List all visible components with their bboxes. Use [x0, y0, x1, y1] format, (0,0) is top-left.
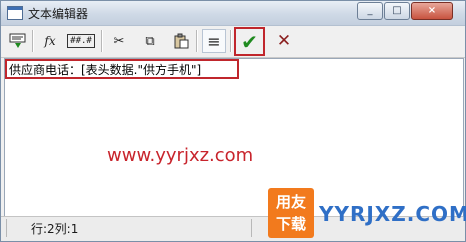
minimize-button[interactable]: _	[357, 2, 383, 20]
site-logo-badge: 用友 下载	[268, 188, 314, 238]
cancel-button[interactable]: ✕	[272, 29, 296, 53]
copy-button[interactable]: ⧉	[138, 29, 162, 53]
editor-textarea[interactable]	[4, 58, 464, 217]
maximize-button[interactable]: □	[384, 2, 410, 20]
cancel-icon: ✕	[276, 31, 292, 51]
toolbar: fx ##.# ✂ ⧉ ≡ ✕	[1, 26, 465, 58]
paste-icon	[174, 33, 189, 49]
format-icon: ##.#	[67, 34, 95, 48]
insert-field-button[interactable]	[6, 29, 30, 53]
status-divider	[251, 219, 252, 237]
watermark-url: www.yyrjxz.com	[107, 145, 254, 166]
window-title: 文本编辑器	[28, 7, 89, 21]
toolbar-separator	[230, 30, 232, 52]
toolbar-separator	[196, 30, 198, 52]
close-button[interactable]: ×	[411, 2, 453, 20]
copy-icon: ⧉	[145, 33, 155, 49]
align-button[interactable]: ≡	[202, 29, 226, 53]
paste-button[interactable]	[169, 29, 193, 53]
confirm-button[interactable]: ✔	[234, 27, 265, 56]
format-button[interactable]: ##.#	[67, 29, 95, 53]
editor-content[interactable]: 供应商电话：[表头数据."供方手机"]	[9, 61, 201, 78]
cut-button[interactable]: ✂	[107, 29, 131, 53]
status-divider	[6, 219, 7, 237]
cursor-position: 行:2列:1	[31, 222, 79, 236]
function-icon: fx	[44, 34, 56, 48]
title-bar[interactable]: 文本编辑器 _ □ ×	[1, 1, 465, 26]
function-button[interactable]: fx	[38, 29, 62, 53]
app-window-icon	[7, 6, 23, 20]
toolbar-separator	[101, 30, 103, 52]
logo-line-1: 用友	[275, 193, 306, 211]
insert-field-icon	[9, 33, 26, 48]
toolbar-separator	[32, 30, 34, 52]
logo-line-2: 下载	[275, 215, 306, 233]
cut-icon: ✂	[113, 33, 125, 49]
align-icon: ≡	[207, 31, 221, 51]
confirm-icon: ✔	[241, 29, 258, 54]
site-logo-text: YYRJXZ.COM	[319, 202, 466, 226]
